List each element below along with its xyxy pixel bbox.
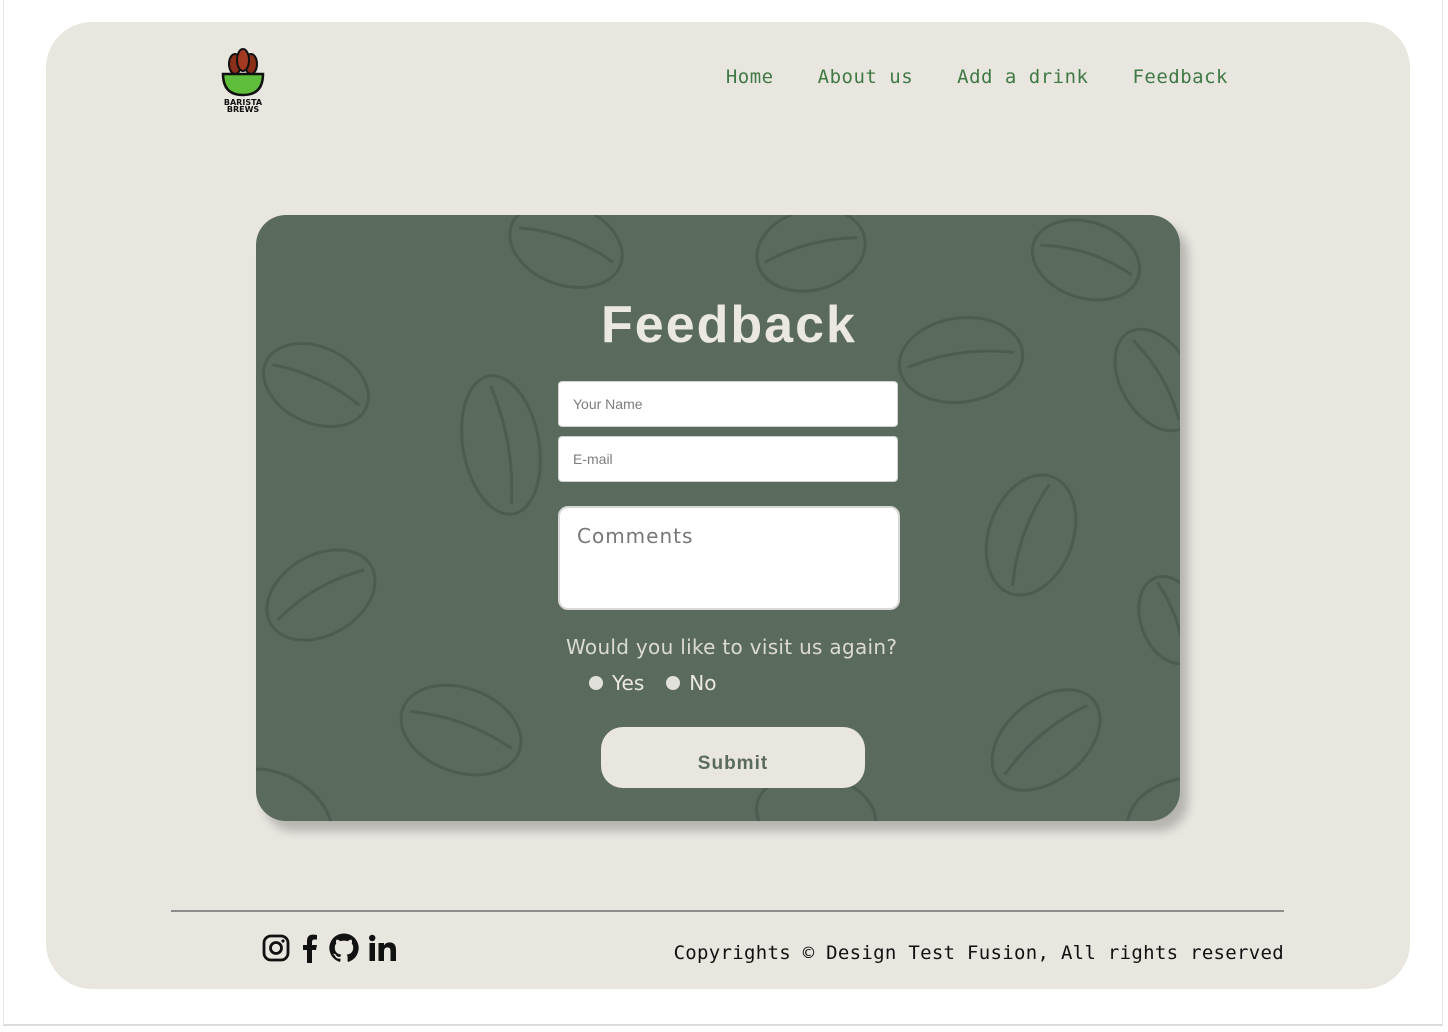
visit-again-question: Would you like to visit us again? (566, 635, 898, 659)
nav-home[interactable]: Home (726, 66, 774, 88)
brand-name-line-2: BREWS (226, 105, 260, 114)
email-input[interactable] (558, 436, 898, 482)
radio-no-label[interactable]: No (689, 671, 716, 695)
submit-button[interactable]: Submit (601, 727, 865, 788)
facebook-icon[interactable] (298, 933, 320, 967)
brand-logo[interactable]: BARISTA BREWS (220, 48, 266, 118)
browser-frame: BARISTA BREWS Home About us Add a drink … (3, 0, 1443, 1026)
instagram-icon[interactable] (262, 934, 290, 966)
page-container: BARISTA BREWS Home About us Add a drink … (46, 22, 1410, 989)
copyright-text: Copyrights © Design Test Fusion, All rig… (673, 942, 1284, 964)
nav-add-a-drink[interactable]: Add a drink (957, 66, 1088, 88)
radio-yes-label[interactable]: Yes (612, 671, 644, 695)
footer-divider (171, 910, 1284, 912)
nav-feedback[interactable]: Feedback (1132, 66, 1228, 88)
linkedin-icon[interactable] (368, 934, 398, 966)
name-input[interactable] (558, 381, 898, 427)
brand-name: BARISTA BREWS (220, 99, 266, 114)
feedback-card: Feedback Would you like to visit us agai… (256, 215, 1180, 821)
comments-textarea[interactable] (558, 506, 900, 610)
feedback-title: Feedback (601, 296, 857, 354)
coffee-bowl-icon (221, 48, 265, 97)
nav-about-us[interactable]: About us (818, 66, 914, 88)
social-links (262, 932, 398, 968)
main-nav: Home About us Add a drink Feedback (726, 66, 1228, 88)
radio-no[interactable] (666, 676, 681, 690)
radio-yes[interactable] (589, 676, 603, 690)
visit-again-options: Yes No (589, 671, 717, 695)
github-icon[interactable] (328, 932, 360, 968)
